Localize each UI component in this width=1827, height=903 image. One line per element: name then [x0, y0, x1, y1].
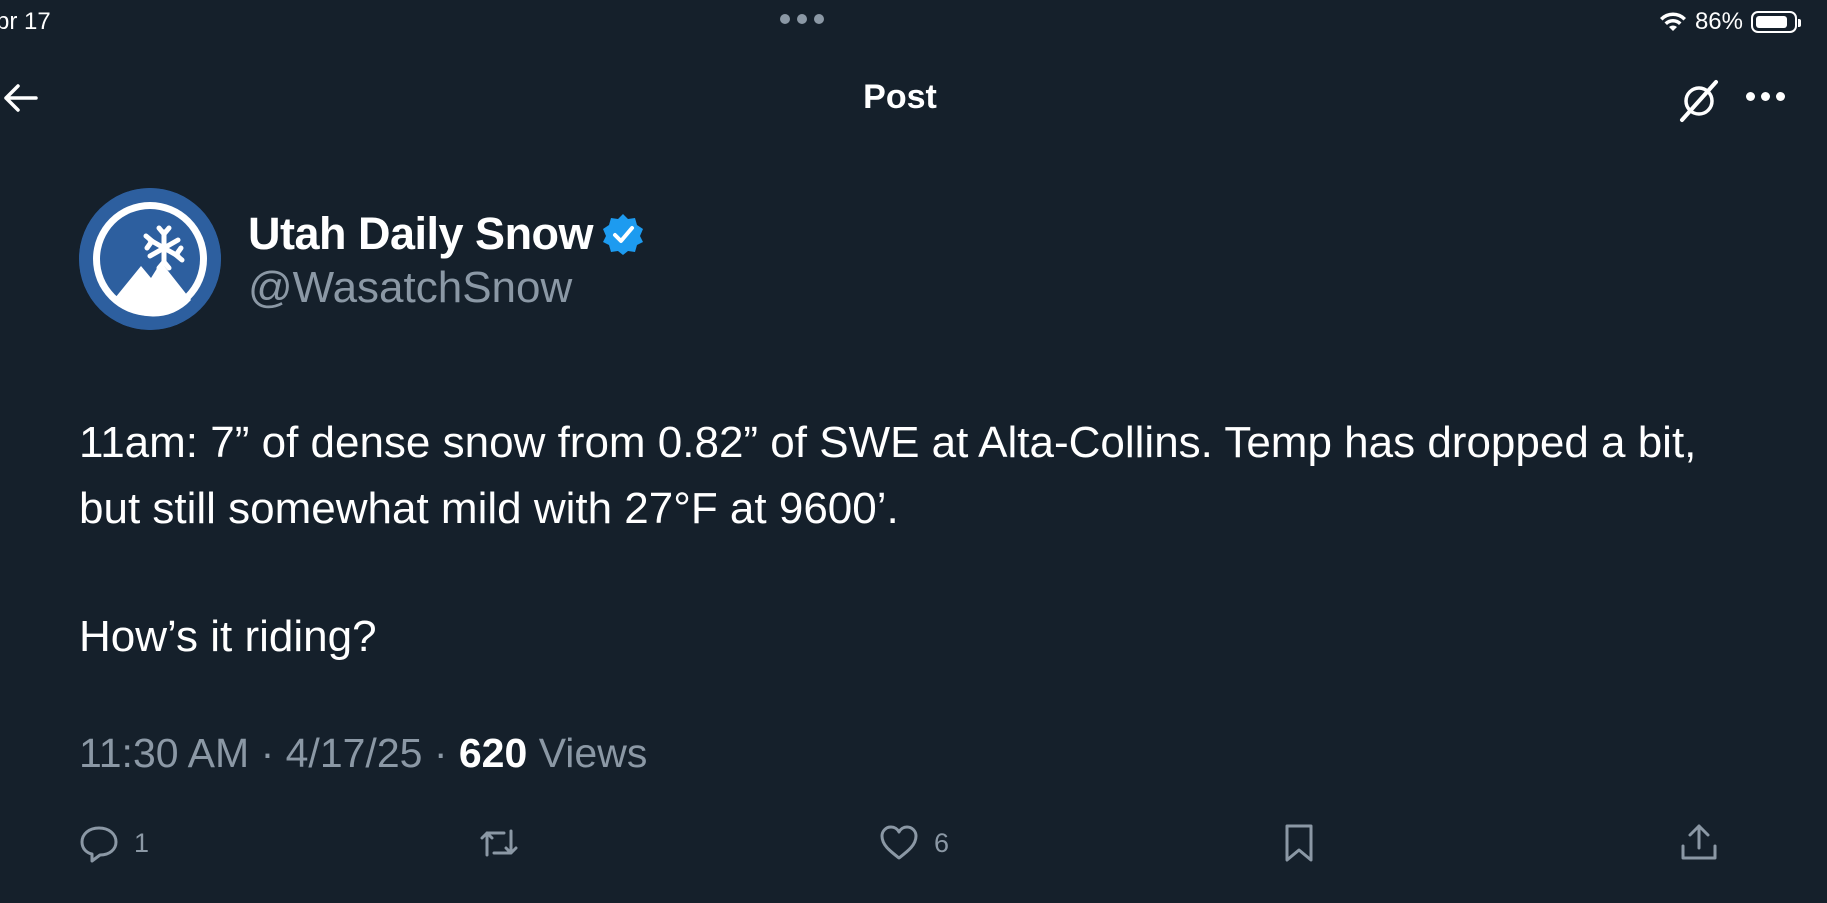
like-icon — [880, 825, 918, 860]
bookmark-button[interactable] — [1278, 822, 1320, 864]
wifi-icon — [1659, 12, 1686, 31]
views-label: Views — [538, 730, 648, 776]
author-handle[interactable]: @WasatchSnow — [248, 263, 572, 313]
avatar[interactable] — [79, 188, 221, 330]
verified-icon — [603, 214, 644, 255]
share-button[interactable] — [1678, 822, 1720, 864]
reply-button[interactable]: 1 — [78, 822, 149, 864]
author-name-row[interactable]: Utah Daily Snow — [248, 208, 645, 260]
reply-icon — [80, 826, 118, 863]
meta-separator: · — [422, 730, 459, 776]
tweet-time: 11:30 AM — [79, 730, 250, 776]
screen: pr 17 86% Post Utah Daily Snow @WasatchS… — [0, 0, 1827, 903]
battery-percent: 86% — [1694, 8, 1743, 35]
status-date: pr 17 — [0, 8, 51, 35]
multitasking-dots-icon[interactable] — [780, 14, 824, 24]
meta-separator: · — [249, 730, 286, 776]
share-icon — [1681, 824, 1717, 860]
bookmark-icon — [1285, 824, 1313, 862]
tweet-date: 4/17/25 — [285, 730, 423, 776]
tweet-question: How’s it riding? — [79, 612, 377, 661]
grok-icon[interactable] — [1676, 78, 1722, 124]
reply-count: 1 — [134, 827, 150, 858]
retweet-button[interactable] — [478, 822, 520, 864]
page-title: Post — [863, 78, 937, 116]
status-right: 86% — [1659, 8, 1801, 36]
battery-icon — [1751, 11, 1801, 33]
more-icon[interactable] — [1742, 88, 1789, 105]
like-button[interactable]: 6 — [878, 822, 949, 864]
tweet-meta: 11:30 AM · 4/17/25 · 620 Views — [79, 730, 647, 777]
retweet-icon — [480, 829, 518, 857]
tweet-text: 11am: 7” of dense snow from 0.82” of SWE… — [79, 418, 1697, 533]
like-count: 6 — [934, 827, 950, 858]
author-name[interactable]: Utah Daily Snow — [248, 208, 594, 260]
views-count[interactable]: 620 — [459, 730, 527, 776]
